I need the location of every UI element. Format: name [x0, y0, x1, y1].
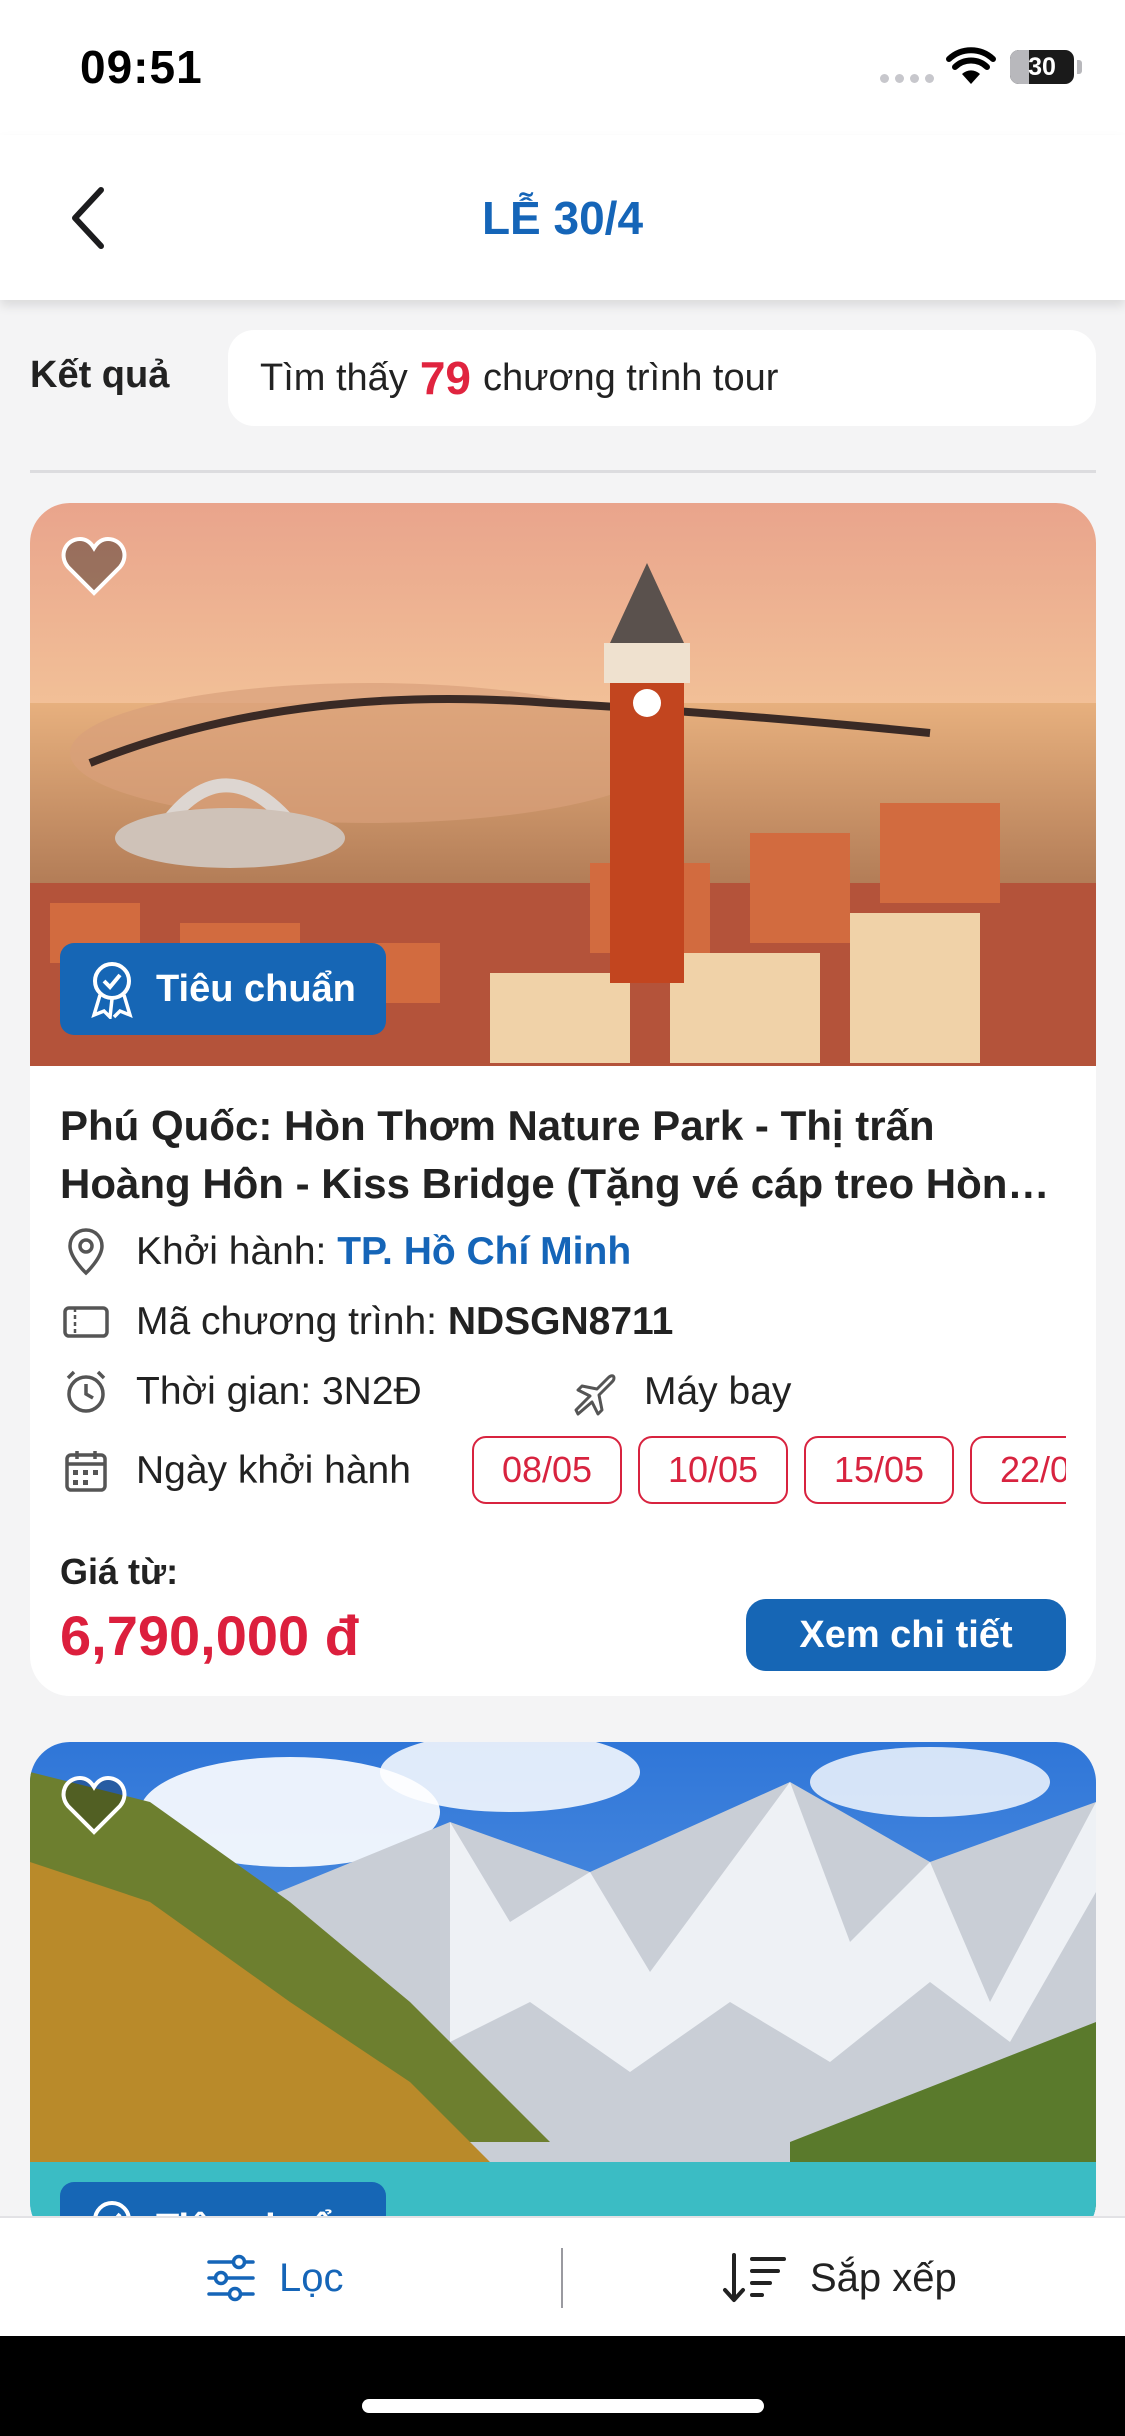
filter-button[interactable]: Lọc: [205, 2218, 344, 2338]
wifi-icon: [946, 47, 996, 84]
calendar-icon: [60, 1445, 112, 1497]
dates-row: Ngày khởi hành: [60, 1445, 411, 1497]
sort-descending-icon: [723, 2253, 786, 2302]
divider: [561, 2248, 563, 2308]
battery-level: 30: [1028, 53, 1056, 81]
code-label: Mã chương trình:: [136, 1300, 437, 1343]
transport-row: Máy bay: [568, 1366, 791, 1418]
result-label: Kết quả: [30, 354, 170, 396]
duration-row: Thời gian: 3N2Đ: [60, 1366, 422, 1418]
award-ribbon-icon: [91, 962, 133, 1019]
alarm-clock-icon: [60, 1366, 112, 1418]
page-title: LỄ 30/4: [481, 192, 644, 244]
date-chip[interactable]: 22/05: [970, 1436, 1066, 1504]
view-detail-button[interactable]: Xem chi tiết: [746, 1599, 1066, 1671]
result-count: 79: [419, 352, 471, 404]
dates-label: Ngày khởi hành: [136, 1449, 411, 1492]
favorite-heart-icon[interactable]: [60, 535, 128, 597]
airplane-icon: [568, 1366, 620, 1418]
filter-label: Lọc: [279, 2255, 344, 2300]
cellular-signal-icon: [880, 74, 934, 83]
nav-bar: LỄ 30/4: [0, 135, 1125, 300]
sliders-filter-icon: [207, 2254, 255, 2302]
departure-label: Khởi hành:: [136, 1230, 327, 1273]
result-prefix: Tìm thấy: [260, 356, 408, 399]
divider: [30, 470, 1096, 473]
result-count-box: Tìm thấy 79 chương trình tour: [228, 330, 1096, 426]
bottom-action-bar: Lọc Sắp xếp: [0, 2216, 1125, 2336]
sort-button[interactable]: Sắp xếp: [722, 2218, 957, 2338]
departure-row: Khởi hành: TP. Hồ Chí Minh: [60, 1226, 631, 1278]
tour-card[interactable]: Tiêu chuẩn Phú Quốc: Hòn Thơm Nature Par…: [30, 503, 1096, 1696]
tour-card[interactable]: Tiêu chuẩn: [30, 1742, 1096, 2242]
tour-code: NDSGN8711: [447, 1300, 674, 1343]
date-chip[interactable]: 15/05: [804, 1436, 954, 1504]
tour-tier-badge: Tiêu chuẩn: [60, 943, 386, 1035]
ticket-icon: [60, 1296, 112, 1348]
departure-city: TP. Hồ Chí Minh: [337, 1230, 632, 1273]
status-time: 09:51: [80, 41, 203, 93]
result-summary: Kết quả Tìm thấy 79 chương trình tour: [30, 330, 1096, 426]
price-label: Giá từ:: [60, 1551, 179, 1592]
code-row: Mã chương trình: NDSGN8711: [60, 1296, 673, 1348]
location-pin-icon: [60, 1226, 112, 1278]
tour-title[interactable]: Phú Quốc: Hòn Thơm Nature Park - Thị trấ…: [60, 1097, 1070, 1213]
status-bar: 09:51 30: [0, 0, 1125, 135]
date-chip[interactable]: 10/05: [638, 1436, 788, 1504]
sort-label: Sắp xếp: [810, 2255, 957, 2300]
favorite-heart-icon[interactable]: [60, 1774, 128, 1836]
result-suffix: chương trình tour: [482, 356, 779, 399]
date-chip[interactable]: 08/05: [472, 1436, 622, 1504]
home-indicator-area: [0, 2336, 1125, 2436]
tour-price: 6,790,000 đ: [60, 1604, 359, 1667]
tour-image: [30, 1742, 1096, 2242]
duration: Thời gian: 3N2Đ: [136, 1370, 422, 1413]
badge-label: Tiêu chuẩn: [156, 967, 356, 1010]
battery-icon: 30: [1010, 50, 1074, 84]
transport: Máy bay: [644, 1370, 792, 1413]
home-indicator[interactable]: [362, 2399, 764, 2413]
departure-dates-list[interactable]: 08/05 10/05 15/05 22/05: [472, 1436, 1066, 1506]
